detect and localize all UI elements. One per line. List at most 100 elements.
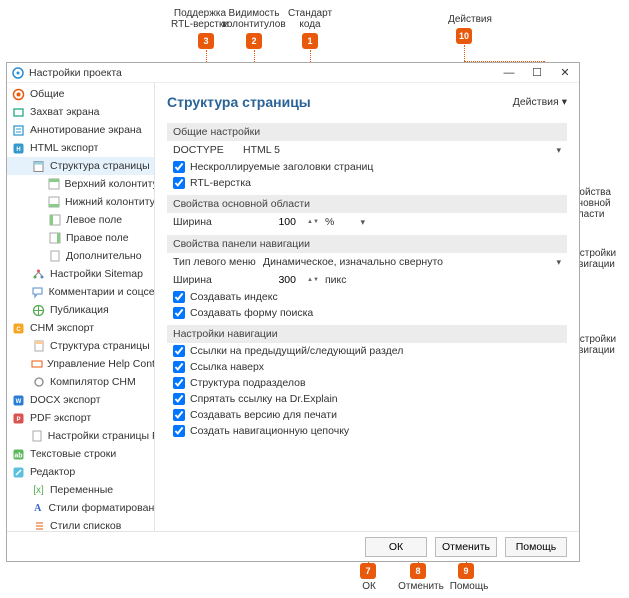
checkbox-create-index[interactable] [173, 291, 185, 303]
navpanel-width-label: Ширина [173, 274, 243, 286]
page-title: Структура страницы [167, 94, 513, 110]
help-button[interactable]: Помощь [505, 537, 567, 557]
checkbox-prevnext-label: Ссылки на предыдущий/следующий раздел [190, 345, 403, 357]
capture-icon [11, 105, 26, 120]
stepper-icon[interactable]: ▲▼ [307, 220, 317, 225]
annotation-icon [11, 123, 26, 138]
minimize-button[interactable]: — [499, 64, 519, 82]
mainarea-width-input[interactable] [251, 216, 299, 228]
layout-icon [47, 177, 61, 192]
sidebar-item-comments[interactable]: Комментарии и соцсети [7, 283, 154, 301]
checkbox-print[interactable] [173, 409, 185, 421]
sidebar-item-chm-export[interactable]: CCHM экспорт [7, 319, 154, 337]
callout-label-3: Поддержка RTL-верстки [170, 8, 230, 30]
layout-icon [47, 213, 62, 228]
doctype-select[interactable]: HTML 5▾ [243, 144, 561, 156]
callout-badge-2: 2 [246, 33, 262, 49]
menu-type-select[interactable]: Динамическое, изначально свернуто▾ [263, 256, 561, 268]
sidebar: Общие Захват экрана Аннотирование экрана… [7, 83, 155, 531]
sidebar-item-pdf-page-settings[interactable]: Настройки страницы PDF [7, 427, 154, 445]
sidebar-item-text-strings[interactable]: abТекстовые строки [7, 445, 154, 463]
sidebar-item-page-structure[interactable]: Структура страницы [7, 157, 154, 175]
checkbox-subsect-label: Структура подразделов [190, 377, 306, 389]
sidebar-item-pdf-export[interactable]: PPDF экспорт [7, 409, 154, 427]
svg-text:C: C [16, 327, 21, 333]
page-icon [31, 339, 46, 354]
checkbox-up[interactable] [173, 361, 185, 373]
sidebar-item-list-styles[interactable]: Стили списков [7, 517, 154, 531]
callout-badge-8: 8 [410, 563, 426, 579]
cancel-button[interactable]: Отменить [435, 537, 497, 557]
checkbox-rtl[interactable] [173, 177, 185, 189]
svg-text:ab: ab [14, 452, 22, 459]
navpanel-unit-label: пикс [325, 274, 347, 286]
pdf-icon: P [11, 411, 26, 426]
svg-text:H: H [16, 147, 20, 153]
sidebar-item-variables[interactable]: [x]Переменные [7, 481, 154, 499]
gear-icon [31, 375, 46, 390]
sidebar-item-footer[interactable]: Нижний колонтитул [7, 193, 154, 211]
checkbox-noscroll-label: Нескроллируемые заголовки страниц [190, 161, 373, 173]
window-title: Настройки проекта [29, 67, 499, 79]
checkbox-prevnext[interactable] [173, 345, 185, 357]
chm-icon: C [11, 321, 26, 336]
checkbox-up-label: Ссылка наверх [190, 361, 264, 373]
layout-icon [47, 195, 61, 210]
sidebar-item-annotation[interactable]: Аннотирование экрана [7, 121, 154, 139]
sidebar-item-additional[interactable]: Дополнительно [7, 247, 154, 265]
sidebar-item-sitemap[interactable]: Настройки Sitemap [7, 265, 154, 283]
sidebar-item-publication[interactable]: Публикация [7, 301, 154, 319]
chevron-down-icon: ▾ [562, 96, 567, 108]
text-icon: ab [11, 447, 26, 462]
callout-line-10-v [464, 45, 465, 61]
callout-label-8: Отменить [396, 581, 446, 592]
checkbox-create-search[interactable] [173, 307, 185, 319]
sidebar-item-html-export[interactable]: HHTML экспорт [7, 139, 154, 157]
sidebar-item-left-field[interactable]: Левое поле [7, 211, 154, 229]
sidebar-item-chm-page-structure[interactable]: Структура страницы [7, 337, 154, 355]
footer: ОК Отменить Помощь [7, 531, 579, 561]
list-icon [31, 519, 46, 532]
checkbox-search-label: Создавать форму поиска [190, 307, 313, 319]
sidebar-item-right-field[interactable]: Правое поле [7, 229, 154, 247]
close-button[interactable]: ✕ [555, 64, 575, 82]
callout-badge-9: 9 [458, 563, 474, 579]
mainarea-width-label: Ширина [173, 216, 243, 228]
app-icon [11, 66, 25, 80]
svg-text:W: W [16, 399, 22, 405]
doc-icon [47, 249, 62, 264]
callout-label-10: Действия [440, 14, 500, 25]
sidebar-item-general[interactable]: Общие [7, 85, 154, 103]
sidebar-item-chm-compiler[interactable]: Компилятор CHM [7, 373, 154, 391]
stepper-icon[interactable]: ▲▼ [307, 278, 317, 283]
checkbox-hide-dr[interactable] [173, 393, 185, 405]
chat-icon [31, 285, 45, 300]
sitemap-icon [31, 267, 46, 282]
ok-button[interactable]: ОК [365, 537, 427, 557]
var-icon: [x] [31, 483, 46, 498]
checkbox-breadcrumb[interactable] [173, 425, 185, 437]
mainarea-unit-select[interactable]: %▾ [325, 216, 365, 228]
callout-label-1: Стандарт кода [284, 8, 336, 30]
sidebar-item-capture[interactable]: Захват экрана [7, 103, 154, 121]
sidebar-item-help-context[interactable]: Управление Help Context ID [7, 355, 154, 373]
checkbox-breadcrumb-label: Создать навигационную цепочку [190, 425, 349, 437]
chevron-down-icon: ▾ [360, 217, 365, 228]
chevron-down-icon: ▾ [556, 145, 561, 156]
callout-badge-3: 3 [198, 33, 214, 49]
navpanel-width-input[interactable] [251, 274, 299, 286]
callout-label-2: Видимость колонтитулов [222, 8, 286, 30]
checkbox-noscroll-headers[interactable] [173, 161, 185, 173]
sidebar-item-docx-export[interactable]: WDOCX экспорт [7, 391, 154, 409]
checkbox-rtl-label: RTL-верстка [190, 177, 251, 189]
maximize-button[interactable]: ☐ [527, 64, 547, 82]
checkbox-subsect[interactable] [173, 377, 185, 389]
sidebar-item-format-styles[interactable]: AСтили форматирования [7, 499, 154, 517]
section-navpanel-header: Свойства панели навигации [167, 235, 567, 253]
sidebar-item-header[interactable]: Верхний колонтитул [7, 175, 154, 193]
sidebar-item-editor[interactable]: Редактор [7, 463, 154, 481]
titlebar: Настройки проекта — ☐ ✕ [7, 63, 579, 83]
gear-icon [11, 87, 26, 102]
actions-dropdown[interactable]: Действия▾ [513, 96, 567, 108]
callout-badge-7: 7 [360, 563, 376, 579]
